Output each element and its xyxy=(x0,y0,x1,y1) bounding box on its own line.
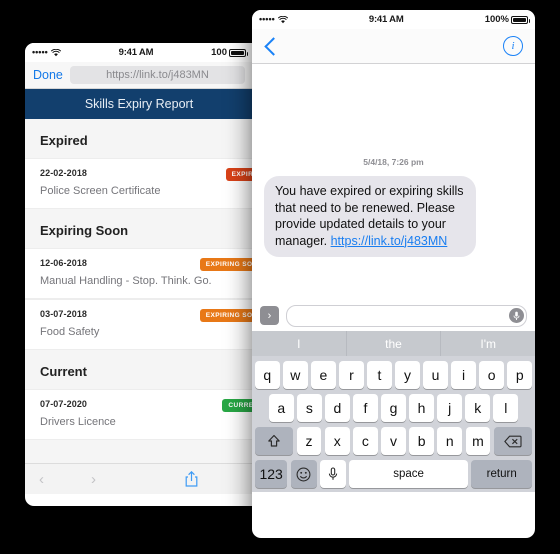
list-item[interactable]: 12-06-2018 Manual Handling - Stop. Think… xyxy=(25,248,253,299)
right-status-time: 9:41 AM xyxy=(368,14,404,25)
right-battery-percent: 100% xyxy=(484,14,509,25)
status-badge: EXPIRING SOON xyxy=(199,309,253,322)
right-status-signal-group: ••••• xyxy=(259,15,288,24)
share-icon[interactable] xyxy=(143,471,239,487)
info-icon[interactable]: i xyxy=(503,36,523,56)
item-name: Manual Handling - Stop. Think. Go. xyxy=(40,275,212,287)
right-phone-messages-app: ••••• 9:41 AM 100% i 5/4/18, 7:26 pm You… xyxy=(252,10,535,538)
space-key[interactable]: space xyxy=(349,460,468,488)
left-status-signal-group: ••••• xyxy=(32,48,61,57)
left-phone-safari-webview: ••••• 9:41 AM 100 Done https://link.to/j… xyxy=(25,43,253,506)
key-y[interactable]: y xyxy=(395,361,420,389)
key-x[interactable]: x xyxy=(324,427,350,455)
left-status-battery-group: 100 xyxy=(211,47,248,58)
microphone-icon[interactable] xyxy=(509,308,524,323)
status-badge: CURRENT xyxy=(222,399,253,412)
key-j[interactable]: j xyxy=(437,394,462,422)
safari-url-field[interactable]: https://link.to/j483MN xyxy=(69,66,245,84)
key-c[interactable]: c xyxy=(353,427,378,455)
section-header-expired: Expired xyxy=(25,119,253,158)
chevron-left-icon[interactable] xyxy=(264,36,283,56)
safari-bottom-toolbar: ‹ › xyxy=(25,463,253,494)
key-v[interactable]: v xyxy=(381,427,406,455)
key-b[interactable]: b xyxy=(409,427,434,455)
conversation-thread[interactable]: 5/4/18, 7:26 pm You have expired or expi… xyxy=(252,64,535,300)
key-g[interactable]: g xyxy=(381,394,406,422)
key-w[interactable]: w xyxy=(283,361,308,389)
signal-dots-icon: ••••• xyxy=(259,14,275,24)
message-bubble-incoming[interactable]: You have expired or expiring skills that… xyxy=(260,176,476,257)
item-name: Police Screen Certificate xyxy=(40,185,161,197)
item-name: Drivers Licence xyxy=(40,416,116,428)
message-input-bar: › xyxy=(252,300,535,331)
prediction-1[interactable]: the xyxy=(347,331,442,356)
safari-done-button[interactable]: Done xyxy=(33,68,63,82)
item-date: 22-02-2018 xyxy=(40,168,88,178)
chevron-right-icon[interactable]: › xyxy=(260,306,279,325)
message-timestamp: 5/4/18, 7:26 pm xyxy=(363,157,424,167)
status-badge: EXPIRED xyxy=(225,168,253,181)
safari-address-bar: Done https://link.to/j483MN xyxy=(25,62,253,89)
left-status-bar: ••••• 9:41 AM 100 xyxy=(25,43,253,62)
item-name: Food Safety xyxy=(40,326,100,338)
keyboard-row-4: 123 space return xyxy=(255,460,532,488)
on-screen-keyboard[interactable]: I the I'm q w e r t y u i o p a s d f g … xyxy=(252,331,535,492)
message-link[interactable]: https://link.to/j483MN xyxy=(331,234,448,248)
left-battery-percent: 100 xyxy=(211,47,227,58)
key-r[interactable]: r xyxy=(339,361,364,389)
emoji-icon[interactable] xyxy=(290,460,317,488)
keyboard-row-3: z x c v b n m xyxy=(254,427,533,455)
item-date: 07-07-2020 xyxy=(40,399,88,409)
wifi-icon xyxy=(50,48,61,56)
left-status-time: 9:41 AM xyxy=(118,47,154,58)
status-badge: EXPIRING SOON xyxy=(199,258,253,271)
section-header-current: Current xyxy=(25,350,253,389)
key-i[interactable]: i xyxy=(451,361,476,389)
report-list[interactable]: Expired 22-02-2018 Police Screen Certifi… xyxy=(25,119,253,463)
right-status-bar: ••••• 9:41 AM 100% xyxy=(252,10,535,29)
prediction-0[interactable]: I xyxy=(252,331,347,356)
chevron-left-icon[interactable]: ‹ xyxy=(39,471,91,488)
return-key[interactable]: return xyxy=(471,460,532,488)
wifi-icon xyxy=(277,15,288,23)
key-o[interactable]: o xyxy=(479,361,504,389)
backspace-icon[interactable] xyxy=(493,427,533,455)
prediction-2[interactable]: I'm xyxy=(441,331,535,356)
key-q[interactable]: q xyxy=(255,361,280,389)
key-m[interactable]: m xyxy=(465,427,491,455)
page-title: Skills Expiry Report xyxy=(25,89,253,119)
numbers-key[interactable]: 123 xyxy=(255,460,288,488)
key-a[interactable]: a xyxy=(268,394,294,422)
key-s[interactable]: s xyxy=(297,394,322,422)
predictive-text-bar[interactable]: I the I'm xyxy=(252,331,535,356)
dictation-microphone-icon[interactable] xyxy=(320,460,346,488)
list-item[interactable]: 07-07-2020 Drivers Licence CURRENT xyxy=(25,389,253,440)
keyboard-row-2: a s d f g h j k l xyxy=(255,394,532,422)
key-k[interactable]: k xyxy=(465,394,490,422)
key-p[interactable]: p xyxy=(507,361,532,389)
chevron-right-icon[interactable]: › xyxy=(91,471,143,488)
list-item[interactable]: 03-07-2018 Food Safety EXPIRING SOON xyxy=(25,299,253,350)
list-item[interactable]: 22-02-2018 Police Screen Certificate EXP… xyxy=(25,158,253,209)
key-z[interactable]: z xyxy=(296,427,322,455)
key-u[interactable]: u xyxy=(423,361,448,389)
section-header-expiring-soon: Expiring Soon xyxy=(25,209,253,248)
battery-icon xyxy=(511,15,530,24)
key-n[interactable]: n xyxy=(437,427,463,455)
key-h[interactable]: h xyxy=(409,394,434,422)
battery-icon xyxy=(229,48,248,57)
key-f[interactable]: f xyxy=(353,394,378,422)
key-e[interactable]: e xyxy=(311,361,336,389)
messages-nav-bar: i xyxy=(252,29,535,64)
right-status-battery-group: 100% xyxy=(484,14,530,25)
signal-dots-icon: ••••• xyxy=(32,47,48,57)
shift-icon[interactable] xyxy=(254,427,294,455)
message-input[interactable] xyxy=(286,304,527,327)
key-t[interactable]: t xyxy=(367,361,392,389)
key-d[interactable]: d xyxy=(325,394,350,422)
keyboard-row-1: q w e r t y u i o p xyxy=(255,361,532,389)
key-l[interactable]: l xyxy=(493,394,519,422)
